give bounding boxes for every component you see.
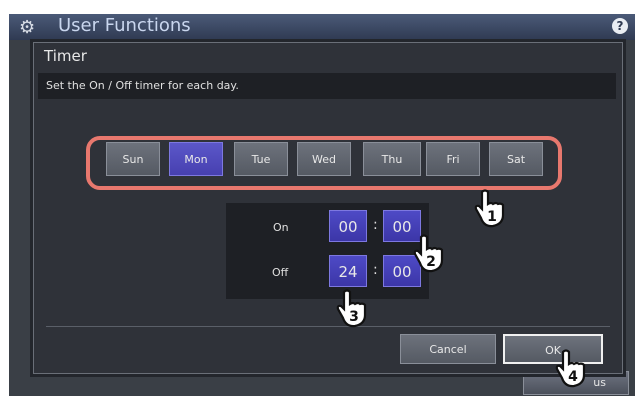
callout-number: 2 — [426, 254, 436, 270]
dialog-title: Timer — [44, 47, 87, 65]
cancel-button[interactable]: Cancel — [400, 334, 496, 364]
hand-pointer-icon: 1 — [474, 189, 505, 228]
help-icon[interactable]: ? — [612, 18, 628, 34]
dialog-divider — [46, 326, 610, 327]
on-hour-field[interactable]: 00 — [329, 210, 367, 242]
app-header: ⚙ User Functions ? — [9, 14, 635, 40]
dialog-message: Set the On / Off timer for each day. — [46, 79, 239, 92]
day-button-wed[interactable]: Wed — [297, 142, 351, 176]
day-button-mon[interactable]: Mon — [169, 142, 223, 176]
dialog-message-bar: Set the On / Off timer for each day. — [38, 73, 616, 99]
background-button-label: us — [593, 376, 606, 389]
timer-dialog: Timer Set the On / Off timer for each da… — [33, 42, 623, 374]
off-colon: : — [373, 262, 378, 278]
callout-number: 3 — [349, 309, 359, 325]
day-button-sat[interactable]: Sat — [489, 142, 543, 176]
hand-pointer-icon: 3 — [336, 289, 367, 328]
timer-panel: On 00 : 00 Off 24 : 00 — [226, 203, 429, 299]
day-button-fri[interactable]: Fri — [426, 142, 480, 176]
callout-number: 4 — [568, 369, 578, 385]
off-label: Off — [272, 266, 289, 279]
app-title: User Functions — [58, 15, 191, 36]
off-hour-field[interactable]: 24 — [329, 255, 367, 287]
day-button-sun[interactable]: Sun — [106, 142, 160, 176]
gear-icon: ⚙ — [19, 17, 36, 38]
day-button-thu[interactable]: Thu — [363, 142, 421, 176]
on-label: On — [273, 221, 289, 234]
on-colon: : — [373, 217, 378, 233]
hand-pointer-icon: 4 — [555, 349, 586, 388]
day-button-tue[interactable]: Tue — [234, 142, 288, 176]
hand-pointer-icon: 2 — [413, 234, 444, 273]
callout-number: 1 — [487, 209, 497, 225]
